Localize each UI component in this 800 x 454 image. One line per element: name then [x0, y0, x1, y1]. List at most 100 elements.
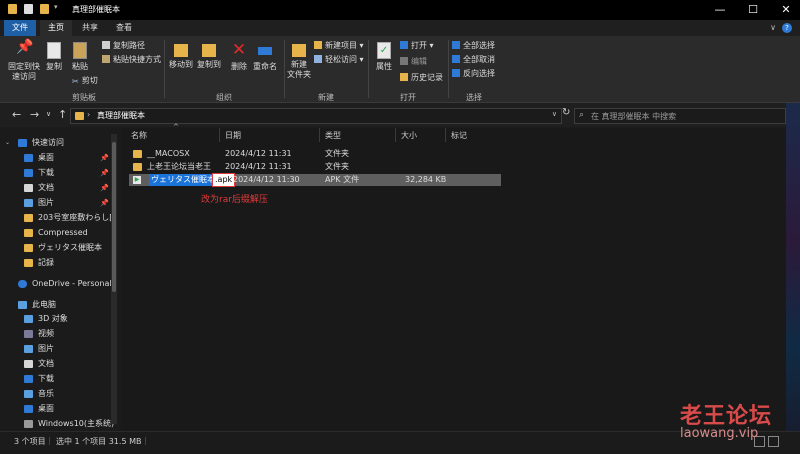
new-folder-label-1: 新建: [291, 60, 307, 69]
folder-icon: [75, 112, 84, 120]
document-icon: [24, 184, 33, 192]
new-folder-icon[interactable]: [40, 4, 49, 14]
rename-input[interactable]: ヴェリタス催眠本: [149, 174, 217, 186]
copy-to-button[interactable]: 复制到: [196, 42, 222, 70]
new-folder-button[interactable]: 新建 文件夹: [286, 42, 312, 80]
invert-selection-button[interactable]: 反向选择: [452, 69, 495, 79]
easy-access-icon: [314, 55, 322, 63]
up-icon[interactable]: ↑: [58, 108, 67, 121]
nav-item-label: 图片: [38, 344, 54, 353]
cloud-icon: [18, 280, 27, 288]
column-header-type[interactable]: 类型: [325, 130, 341, 141]
search-icon: ⌕: [579, 110, 585, 120]
watermark-url: laowang.vip: [680, 426, 759, 441]
desktop-icon: [24, 405, 33, 413]
folder-icon: [24, 214, 33, 222]
file-name: __MACOSX: [147, 149, 190, 158]
search-input[interactable]: ⌕ 在 真理部催眠本 中搜索: [574, 108, 786, 124]
tab-share[interactable]: 共享: [74, 20, 106, 36]
rename-extension-text: .apk: [212, 173, 236, 187]
nav-item-label: 文档: [38, 183, 54, 192]
file-size: 32,284 KB: [405, 175, 447, 184]
cut-button[interactable]: ✂ 剪切: [72, 76, 98, 86]
rename-button[interactable]: 重命名: [252, 42, 278, 72]
history-button[interactable]: 历史记录: [400, 73, 443, 83]
divider: [445, 128, 446, 142]
properties-button[interactable]: ✓ 属性: [372, 42, 396, 72]
file-date: 2024/4/12 11:31: [225, 149, 292, 158]
address-bar-row: ← → ∨ ↑ › 真理部催眠本 ∨ ↻ ⌕ 在 真理部催眠本 中搜索: [0, 103, 800, 127]
file-row[interactable]: __MACOSX 2024/4/12 11:31 文件夹: [129, 148, 501, 160]
pin-icon: 📌: [100, 154, 109, 162]
column-header-tags[interactable]: 标记: [451, 130, 467, 141]
paste-shortcut-label: 粘贴快捷方式: [113, 55, 161, 64]
select-none-label: 全部取消: [463, 55, 495, 64]
nav-onedrive-label: OneDrive - Personal: [32, 279, 112, 288]
address-bar[interactable]: › 真理部催眠本 ∨: [70, 108, 562, 124]
copy-to-icon: [202, 44, 216, 57]
new-item-label: 新建项目: [325, 41, 357, 50]
organize-group-label: 组织: [216, 93, 232, 102]
chevron-down-icon[interactable]: ∨: [552, 110, 557, 118]
star-icon: [18, 139, 27, 147]
video-icon: [24, 330, 33, 338]
large-icons-view-icon[interactable]: [768, 436, 779, 447]
pin-icon: 📌: [16, 39, 34, 55]
copy-path-label: 复制路径: [113, 41, 145, 50]
paste-button[interactable]: 粘贴: [68, 42, 92, 72]
easy-access-button[interactable]: 轻松访问 ▾: [314, 55, 364, 65]
recent-locations-icon[interactable]: ∨: [46, 110, 51, 118]
column-header-size[interactable]: 大小: [401, 130, 417, 141]
column-header-name[interactable]: 名称: [131, 130, 147, 141]
properties-icon[interactable]: [24, 4, 33, 14]
collapse-ribbon-icon[interactable]: ∨: [770, 23, 776, 32]
copy-path-button[interactable]: 复制路径: [102, 41, 145, 51]
new-group-label: 新建: [318, 93, 334, 102]
select-all-button[interactable]: 全部选择: [452, 41, 495, 51]
nav-item-label: 音乐: [38, 389, 54, 398]
window-title: 真理部催眠本: [72, 5, 120, 14]
back-icon[interactable]: ←: [12, 108, 21, 121]
select-none-button[interactable]: 全部取消: [452, 55, 495, 65]
rename-name-text: ヴェリタス催眠本: [151, 175, 215, 184]
move-to-button[interactable]: 移动到: [168, 42, 194, 70]
help-icon[interactable]: ?: [782, 23, 792, 33]
pin-quick-access-button[interactable]: 📌 固定到快 速访问: [6, 39, 42, 82]
item-count: 3 个项目: [14, 437, 46, 446]
nav-item-label: Windows10(主系统): [38, 419, 115, 428]
divider: [395, 128, 396, 142]
tab-view[interactable]: 查看: [108, 20, 140, 36]
select-all-label: 全部选择: [463, 41, 495, 50]
paste-shortcut-button[interactable]: 粘贴快捷方式: [102, 55, 161, 65]
edit-button[interactable]: 编辑: [400, 57, 427, 67]
file-row[interactable]: 上老王论坛当老王 2024/4/12 11:31 文件夹: [129, 161, 501, 173]
move-to-label: 移动到: [169, 60, 193, 69]
nav-scrollbar-thumb[interactable]: [112, 142, 116, 292]
copy-button[interactable]: 复制: [42, 42, 66, 72]
new-folder-label-2: 文件夹: [287, 70, 311, 79]
chevron-right-icon[interactable]: ›: [87, 110, 90, 119]
column-header-date[interactable]: 日期: [225, 130, 241, 141]
file-row-selected[interactable]: ▶ ヴェリタス催眠本 .apk 2024/4/12 11:30 APK 文件 3…: [129, 173, 501, 187]
forward-icon[interactable]: →: [30, 108, 39, 121]
open-button[interactable]: 打开 ▾: [400, 41, 434, 51]
new-item-button[interactable]: 新建项目 ▾: [314, 41, 364, 51]
delete-label: 删除: [231, 62, 247, 71]
nav-quick-access-label: 快速访问: [32, 138, 64, 147]
divider: [368, 40, 369, 98]
open-group-label: 打开: [400, 93, 416, 102]
refresh-icon[interactable]: ↻: [562, 107, 570, 118]
navigation-pane: ⌄ 快速访问 桌面 📌 下载 📌 文档 📌 图片 📌 203号室座敷わらし[5 …: [0, 128, 120, 430]
file-date: 2024/4/12 11:30: [233, 175, 300, 184]
ribbon-tabs: 文件 主页 共享 查看 ∨ ?: [0, 20, 800, 36]
tab-home[interactable]: 主页: [40, 20, 72, 36]
invert-selection-label: 反向选择: [463, 69, 495, 78]
nav-item-label: 203号室座敷わらし[5: [38, 213, 118, 222]
divider: [448, 40, 449, 98]
select-group-label: 选择: [466, 93, 482, 102]
customize-toolbar-icon[interactable]: ▾: [54, 3, 60, 13]
delete-button[interactable]: ✕ 删除: [228, 42, 250, 72]
close-icon[interactable]: ✕: [766, 0, 800, 20]
chevron-down-icon[interactable]: ⌄: [5, 136, 10, 150]
tab-file[interactable]: 文件: [4, 20, 36, 36]
